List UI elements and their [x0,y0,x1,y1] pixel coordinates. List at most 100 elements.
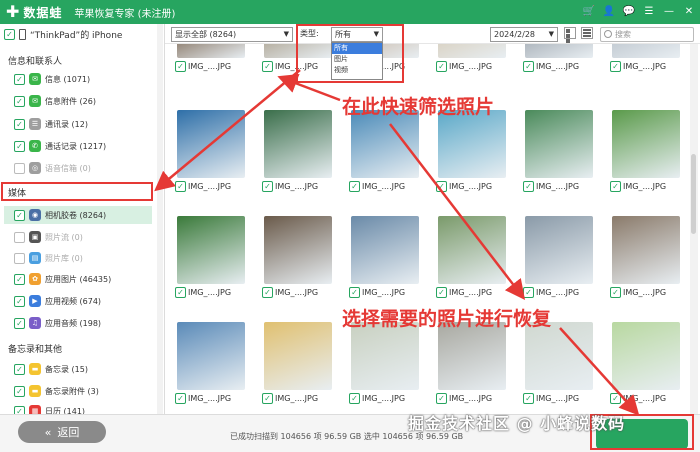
photo-thumbnail[interactable] [177,322,245,390]
photo-item[interactable]: ✓IMG_....JPG [604,216,687,298]
photo-checkbox[interactable]: ✓ [436,181,447,192]
photo-item[interactable]: ✓IMG_....JPG [517,216,601,298]
checkbox[interactable]: ✓ [14,252,25,264]
sidebar-item-call-history[interactable]: ✓ ✆ 通话记录 (1217) [14,137,154,155]
photo-item[interactable]: ✓IMG_....JPG [343,322,427,404]
photo-checkbox[interactable]: ✓ [436,287,447,298]
sidebar-item-message-attachments[interactable]: ✓ ✉ 信息附件 (26) [14,92,154,110]
minimize-icon[interactable]: — [662,4,676,18]
photo-thumbnail[interactable] [264,110,332,178]
photo-thumbnail[interactable] [612,322,680,390]
photo-item[interactable]: ✓IMG_....JPG [430,322,514,404]
photo-checkbox[interactable]: ✓ [610,393,621,404]
photo-checkbox[interactable]: ✓ [523,181,534,192]
photo-thumbnail[interactable] [612,44,680,58]
photo-item[interactable]: ✓IMG_....JPG [256,322,340,404]
photo-checkbox[interactable]: ✓ [349,393,360,404]
sidebar-item-app-photos[interactable]: ✓ ✿ 应用图片 (46435) [14,270,154,288]
photo-item[interactable]: ✓IMG_....JPG [169,44,253,72]
photo-checkbox[interactable]: ✓ [523,61,534,72]
photo-thumbnail[interactable] [438,322,506,390]
photo-thumbnail[interactable] [438,216,506,284]
photo-checkbox[interactable]: ✓ [175,287,186,298]
checkbox[interactable]: ✓ [14,405,25,414]
photo-thumbnail[interactable] [351,322,419,390]
photo-item[interactable]: ✓IMG_....JPG [256,110,340,192]
photo-checkbox[interactable]: ✓ [436,61,447,72]
sidebar-scrollbar[interactable] [157,24,163,414]
sidebar-item-calendar[interactable]: ✓ ▦ 日历 (141) [14,402,154,414]
photo-checkbox[interactable]: ✓ [610,61,621,72]
search-input[interactable]: 搜索 [600,27,694,42]
show-filter-select[interactable]: 显示全部 (8264) ▼ [171,27,293,42]
photo-checkbox[interactable]: ✓ [262,61,273,72]
sidebar-item-camera-roll[interactable]: ✓ ◉ 相机胶卷 (8264) [4,206,152,224]
photo-thumbnail[interactable] [177,110,245,178]
checkbox[interactable]: ✓ [14,231,25,243]
sidebar-item-app-audio[interactable]: ✓ ♫ 应用音频 (198) [14,314,154,332]
checkbox[interactable]: ✓ [14,273,25,285]
photo-checkbox[interactable]: ✓ [349,181,360,192]
photo-checkbox[interactable]: ✓ [175,61,186,72]
photo-item[interactable]: ✓IMG_....JPG [604,110,687,192]
checkbox[interactable]: ✓ [14,73,25,85]
photo-checkbox[interactable]: ✓ [262,181,273,192]
checkbox[interactable]: ✓ [14,95,25,107]
photo-thumbnail[interactable] [612,110,680,178]
user-icon[interactable]: 👤 [602,4,616,18]
photo-checkbox[interactable]: ✓ [523,287,534,298]
photo-item[interactable]: ✓IMG_....JPG [430,216,514,298]
sidebar-item-contacts[interactable]: ✓ ☰ 通讯录 (12) [14,115,154,133]
photo-item[interactable]: ✓IMG_....JPG [169,322,253,404]
sidebar-item-photo-library[interactable]: ✓ ▤ 照片库 (0) [14,249,154,267]
photo-item[interactable]: ✓IMG_....JPG [430,44,514,72]
photo-checkbox[interactable]: ✓ [175,181,186,192]
grid-view-icon[interactable] [564,27,576,48]
sidebar-item-app-videos[interactable]: ✓ ▶ 应用视频 (674) [14,292,154,310]
checkbox[interactable]: ✓ [14,162,25,174]
menu-icon[interactable]: ☰ [642,4,656,18]
main-scrollbar[interactable] [690,44,698,414]
photo-thumbnail[interactable] [177,216,245,284]
checkbox[interactable]: ✓ [14,209,25,221]
photo-item[interactable]: ✓IMG_....JPG [604,322,687,404]
checkbox[interactable]: ✓ [14,317,25,329]
photo-checkbox[interactable]: ✓ [175,393,186,404]
photo-item[interactable]: ✓IMG_....JPG [604,44,687,72]
photo-item[interactable]: ✓IMG_....JPG [169,216,253,298]
close-icon[interactable]: ✕ [682,4,696,18]
back-button[interactable]: « 返回 [18,421,106,443]
list-view-icon[interactable] [581,27,593,39]
photo-item[interactable]: ✓IMG_....JPG [517,110,601,192]
checkbox[interactable]: ✓ [14,140,25,152]
photo-thumbnail[interactable] [264,322,332,390]
sidebar-item-notes-attachments[interactable]: ✓ ▬ 备忘录附件 (3) [14,382,154,400]
device-checkbox[interactable]: ✓ [4,29,15,40]
checkbox[interactable]: ✓ [14,385,25,397]
sidebar-item-messages[interactable]: ✓ ✉ 信息 (1071) [14,70,154,88]
device-row[interactable]: ✓ “ThinkPad”的 iPhone [4,28,122,41]
photo-item[interactable]: ✓IMG_....JPG [169,110,253,192]
photo-thumbnail[interactable] [438,110,506,178]
photo-thumbnail[interactable] [438,44,506,58]
photo-item[interactable]: ✓IMG_....JPG [517,322,601,404]
photo-checkbox[interactable]: ✓ [610,181,621,192]
photo-item[interactable]: ✓IMG_....JPG [430,110,514,192]
sidebar-item-notes[interactable]: ✓ ▬ 备忘录 (15) [14,360,154,378]
checkbox[interactable]: ✓ [14,118,25,130]
main-scroll-thumb[interactable] [691,154,696,234]
sidebar-item-photo-stream[interactable]: ✓ ▣ 照片流 (0) [14,228,154,246]
checkbox[interactable]: ✓ [14,295,25,307]
photo-item[interactable]: ✓IMG_....JPG [256,216,340,298]
photo-thumbnail[interactable] [264,216,332,284]
photo-checkbox[interactable]: ✓ [349,287,360,298]
date-select[interactable]: 2024/2/28 ▼ [490,27,558,42]
photo-checkbox[interactable]: ✓ [610,287,621,298]
photo-thumbnail[interactable] [525,44,593,58]
photo-item[interactable]: ✓IMG_....JPG [343,216,427,298]
photo-item[interactable]: ✓IMG_....JPG [517,44,601,72]
photo-checkbox[interactable]: ✓ [436,393,447,404]
chat-icon[interactable]: 💬 [622,4,636,18]
photo-item[interactable]: ✓IMG_....JPG [343,110,427,192]
photo-thumbnail[interactable] [351,216,419,284]
